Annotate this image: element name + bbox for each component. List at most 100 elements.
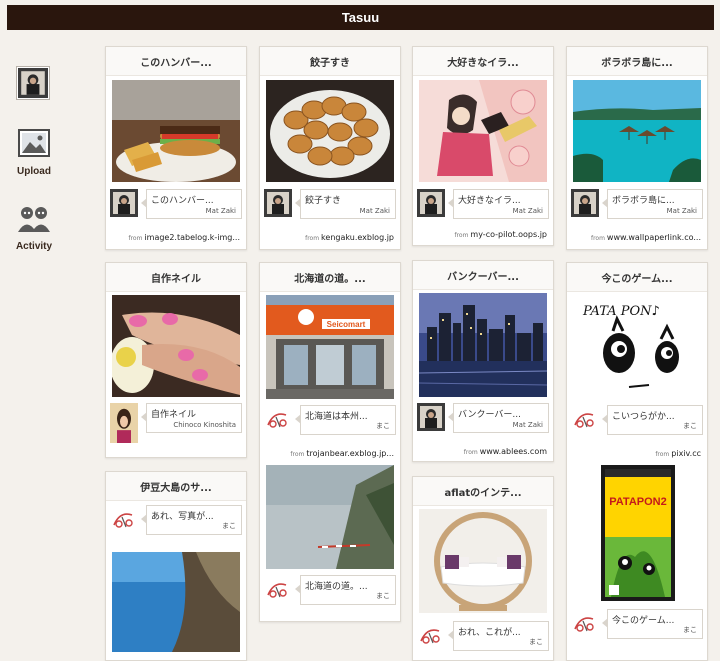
comment-bubble: 今このゲーム... まこ xyxy=(602,609,703,639)
post-title: 大好きなイラ... xyxy=(413,47,553,76)
post-title: このハンバー... xyxy=(106,47,246,76)
comment-2: 北海道の道。... まこ xyxy=(264,575,396,607)
comment-user[interactable]: Mat Zaki xyxy=(667,207,697,215)
comment-bubble: あれ、写真が... まこ xyxy=(141,505,242,535)
comment-bubble: 自作ネイル Chinoco Kinoshita xyxy=(141,403,242,433)
post-image[interactable] xyxy=(573,80,701,182)
source-link[interactable]: image2.tabelog.k-img... xyxy=(144,233,240,242)
post-title: 今このゲーム... xyxy=(567,263,707,292)
avatar[interactable] xyxy=(571,189,599,217)
avatar[interactable] xyxy=(110,505,138,533)
comment-text: ボラボラ島に... xyxy=(612,196,675,206)
post-image[interactable]: Seicomart xyxy=(266,295,394,399)
comment-user[interactable]: Mat Zaki xyxy=(360,207,390,215)
post-title: aflatのインテ... xyxy=(413,477,553,506)
avatar[interactable] xyxy=(571,405,599,433)
post-image[interactable] xyxy=(419,293,547,397)
comment: あれ、写真が... まこ xyxy=(110,505,242,537)
comment-text: 大好きなイラ... xyxy=(458,196,521,206)
post-card-vancouver[interactable]: バンクーバー... バンクーバー... Mat Zaki from www.ab… xyxy=(412,260,554,462)
post-card-gyoza[interactable]: 餃子すき 餃子すき Mat Zaki from kengaku.exblog.jp xyxy=(259,46,401,250)
upload-label: Upload xyxy=(17,166,51,177)
comment: ボラボラ島に... Mat Zaki xyxy=(571,189,703,221)
comment: 餃子すき Mat Zaki xyxy=(264,189,396,221)
post-image[interactable] xyxy=(419,509,547,613)
comment-bubble: 大好きなイラ... Mat Zaki xyxy=(448,189,549,219)
source-link[interactable]: kengaku.exblog.jp xyxy=(321,233,394,242)
comment: バンクーバー... Mat Zaki xyxy=(417,403,549,435)
comment-text: 餃子すき xyxy=(305,196,342,206)
upload-button[interactable]: Upload xyxy=(8,128,60,177)
comment-user[interactable]: Mat Zaki xyxy=(206,207,236,215)
app-header: Tasuu xyxy=(7,5,714,30)
post-title: 餃子すき xyxy=(260,47,400,76)
comment-bubble: バンクーバー... Mat Zaki xyxy=(448,403,549,433)
art-text: PATA PON♪ xyxy=(582,304,660,319)
source-line: from kengaku.exblog.jp xyxy=(260,233,394,242)
post-card-hokkaido[interactable]: 北海道の道。... Seicomart 北海道は本州... まこ from tro… xyxy=(259,262,401,622)
comment-2: 今このゲーム... まこ xyxy=(571,609,703,641)
comment-bubble: このハンバー... Mat Zaki xyxy=(141,189,242,219)
post-card-illustration[interactable]: 大好きなイラ... 大好きなイラ... Mat Zaki from my-co-p… xyxy=(412,46,554,246)
comment-user[interactable]: Mat Zaki xyxy=(513,421,543,429)
source-link[interactable]: www.wallpaperlink.co... xyxy=(607,233,701,242)
avatar[interactable] xyxy=(264,189,292,217)
post-image[interactable]: PATA PON♪ xyxy=(573,295,701,399)
comment-bubble: おれ、これが... まこ xyxy=(448,621,549,651)
source-line: from pixiv.cc xyxy=(567,449,701,458)
post-image[interactable] xyxy=(112,295,240,397)
comment-user[interactable]: まこ xyxy=(222,521,236,531)
comment: 大好きなイラ... Mat Zaki xyxy=(417,189,549,221)
avatar[interactable] xyxy=(417,189,445,217)
comment-user[interactable]: まこ xyxy=(683,421,697,431)
source-prefix: from xyxy=(290,451,305,458)
comment-user[interactable]: まこ xyxy=(376,591,390,601)
comment-user[interactable]: Chinoco Kinoshita xyxy=(173,421,236,429)
comment-text: 北海道の道。... xyxy=(305,582,368,592)
post-image[interactable] xyxy=(419,80,547,182)
post-card-izu[interactable]: 伊豆大島のサ... あれ、写真が... まこ xyxy=(105,471,247,661)
avatar[interactable] xyxy=(110,403,138,443)
source-prefix: from xyxy=(463,449,478,456)
store-sign-text: Seicomart xyxy=(327,320,366,329)
comment-user[interactable]: まこ xyxy=(376,421,390,431)
comment-text: 今このゲーム... xyxy=(612,616,675,626)
comment-user[interactable]: まこ xyxy=(529,637,543,647)
comment-user[interactable]: まこ xyxy=(683,625,697,635)
source-link[interactable]: my-co-pilot.oops.jp xyxy=(470,230,547,239)
post-card-aflat[interactable]: aflatのインテ... おれ、これが... まこ xyxy=(412,476,554,661)
source-line: from trojanbear.exblog.jp... xyxy=(260,449,394,458)
source-link[interactable]: www.ablees.com xyxy=(480,447,547,456)
comment-user[interactable]: Mat Zaki xyxy=(513,207,543,215)
post-image[interactable] xyxy=(112,552,240,652)
post-card-game[interactable]: 今このゲーム... PATA PON♪ こいつらがか... まこ from pix… xyxy=(566,262,708,661)
comment-text: 北海道は本州... xyxy=(305,412,368,422)
avatar[interactable] xyxy=(264,405,292,433)
comment-text: バンクーバー... xyxy=(458,410,521,420)
post-image[interactable] xyxy=(112,80,240,182)
post-card-hamburger[interactable]: このハンバー... このハンバー... Mat Zaki from image2.… xyxy=(105,46,247,250)
post-image-2[interactable]: PATAPON2 xyxy=(601,465,675,601)
source-prefix: from xyxy=(305,235,320,242)
post-title: 伊豆大島のサ... xyxy=(106,472,246,501)
comment-bubble: 北海道は本州... まこ xyxy=(295,405,396,435)
current-user-avatar[interactable] xyxy=(16,66,50,100)
post-image-2[interactable] xyxy=(266,465,394,569)
comment-bubble: 北海道の道。... まこ xyxy=(295,575,396,605)
avatar[interactable] xyxy=(264,575,292,603)
source-link[interactable]: trojanbear.exblog.jp... xyxy=(306,449,394,458)
post-image[interactable] xyxy=(266,80,394,182)
post-card-nail[interactable]: 自作ネイル 自作ネイル Chinoco Kinoshita xyxy=(105,262,247,458)
activity-button[interactable]: Activity xyxy=(8,205,60,252)
people-icon xyxy=(18,207,50,232)
comment: おれ、これが... まこ xyxy=(417,621,549,653)
source-link[interactable]: pixiv.cc xyxy=(671,449,701,458)
source-line: from my-co-pilot.oops.jp xyxy=(413,230,547,239)
avatar[interactable] xyxy=(110,189,138,217)
post-card-borabora[interactable]: ボラボラ島に... ボラボラ島に... Mat Zaki from www.wa… xyxy=(566,46,708,250)
avatar[interactable] xyxy=(417,403,445,431)
source-prefix: from xyxy=(655,451,670,458)
avatar[interactable] xyxy=(571,609,599,637)
source-line: from www.ablees.com xyxy=(413,447,547,456)
avatar[interactable] xyxy=(417,621,445,649)
